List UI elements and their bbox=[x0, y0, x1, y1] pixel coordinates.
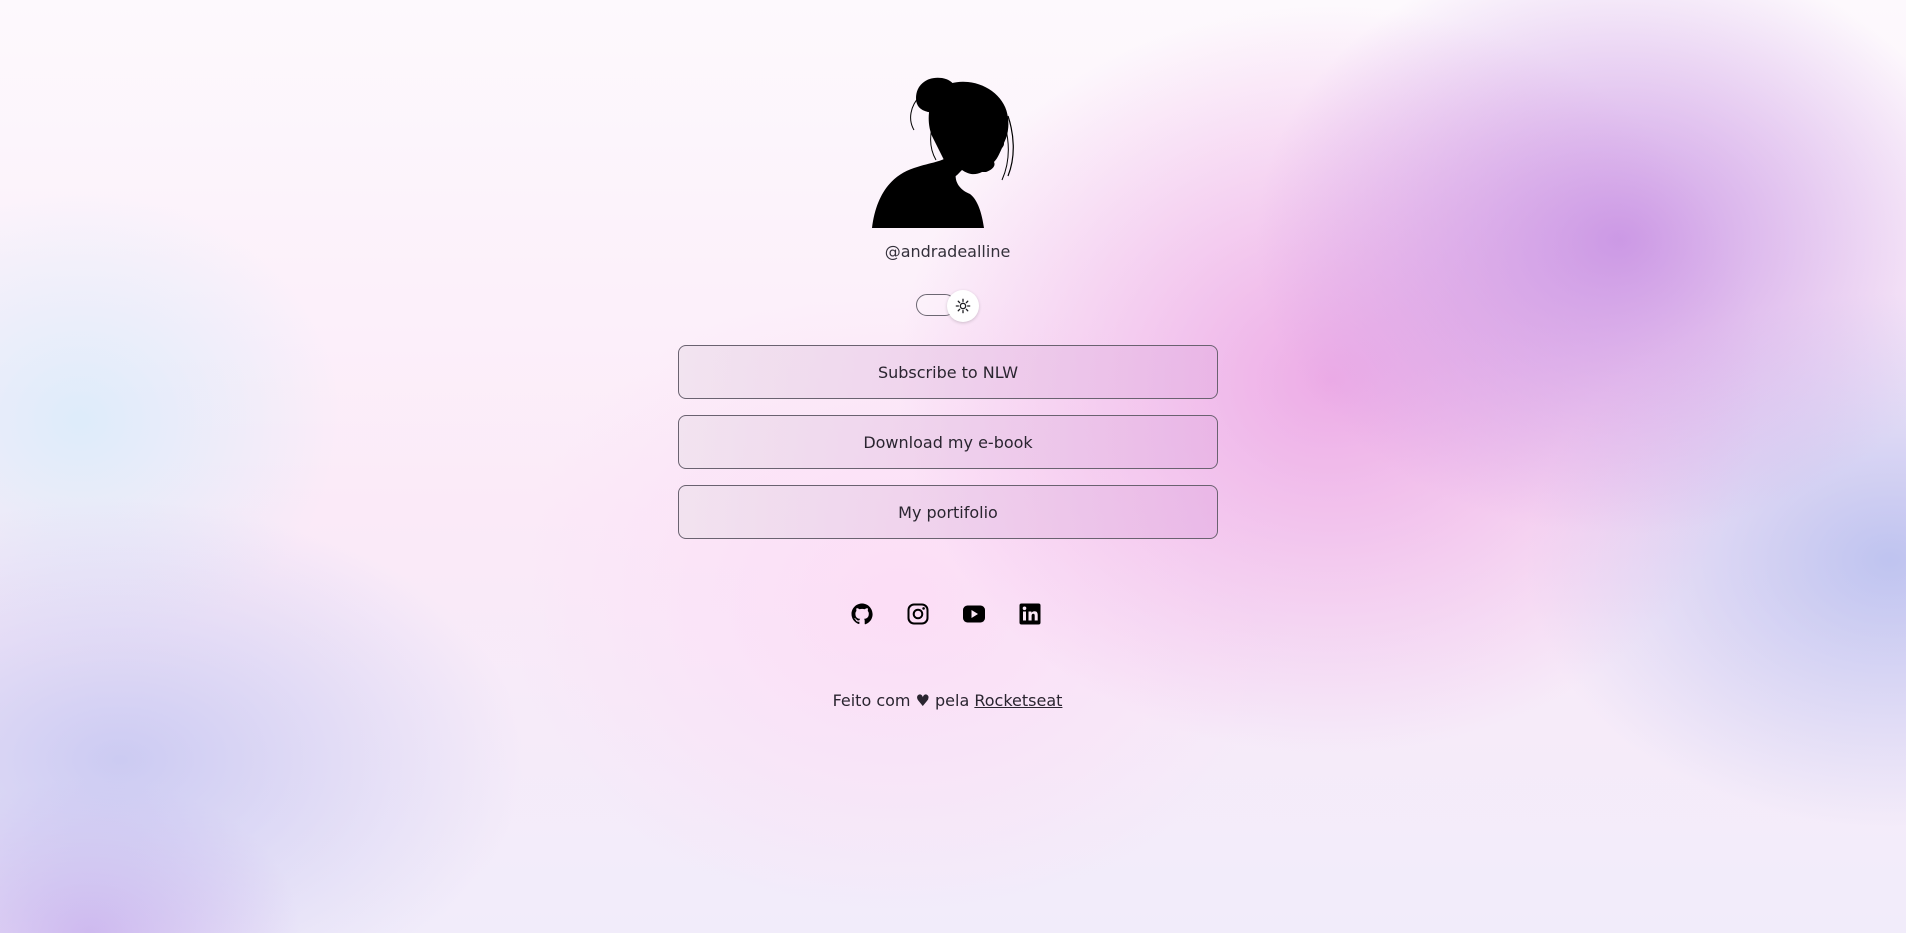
heart-icon: ♥ bbox=[915, 691, 930, 710]
silhouette-image bbox=[872, 77, 1014, 228]
footer: Feito com ♥ pela Rocketseat bbox=[0, 691, 1895, 710]
github-icon bbox=[851, 603, 873, 625]
social-links bbox=[850, 602, 1042, 626]
rocketseat-link[interactable]: Rocketseat bbox=[974, 691, 1062, 710]
github-link[interactable] bbox=[850, 602, 874, 626]
linkedin-link[interactable] bbox=[1018, 602, 1042, 626]
linkedin-icon bbox=[1019, 603, 1041, 625]
footer-prefix: Feito com bbox=[832, 691, 916, 710]
sun-icon bbox=[955, 298, 971, 314]
profile-handle: @andradealline bbox=[884, 242, 1011, 261]
youtube-icon bbox=[963, 605, 985, 623]
instagram-icon bbox=[907, 603, 929, 625]
portfolio-button[interactable]: My portifolio bbox=[678, 485, 1218, 539]
link-list: Subscribe to NLW Download my e-book My p… bbox=[678, 345, 1218, 555]
page: @andradealline Subscribe to NLW Download… bbox=[0, 0, 1906, 933]
download-ebook-button[interactable]: Download my e-book bbox=[678, 415, 1218, 469]
footer-middle: pela bbox=[929, 691, 975, 710]
theme-toggle-knob[interactable] bbox=[947, 290, 979, 322]
instagram-link[interactable] bbox=[906, 602, 930, 626]
profile-avatar bbox=[870, 76, 1025, 228]
subscribe-nlw-button[interactable]: Subscribe to NLW bbox=[678, 345, 1218, 399]
youtube-link[interactable] bbox=[962, 602, 986, 626]
